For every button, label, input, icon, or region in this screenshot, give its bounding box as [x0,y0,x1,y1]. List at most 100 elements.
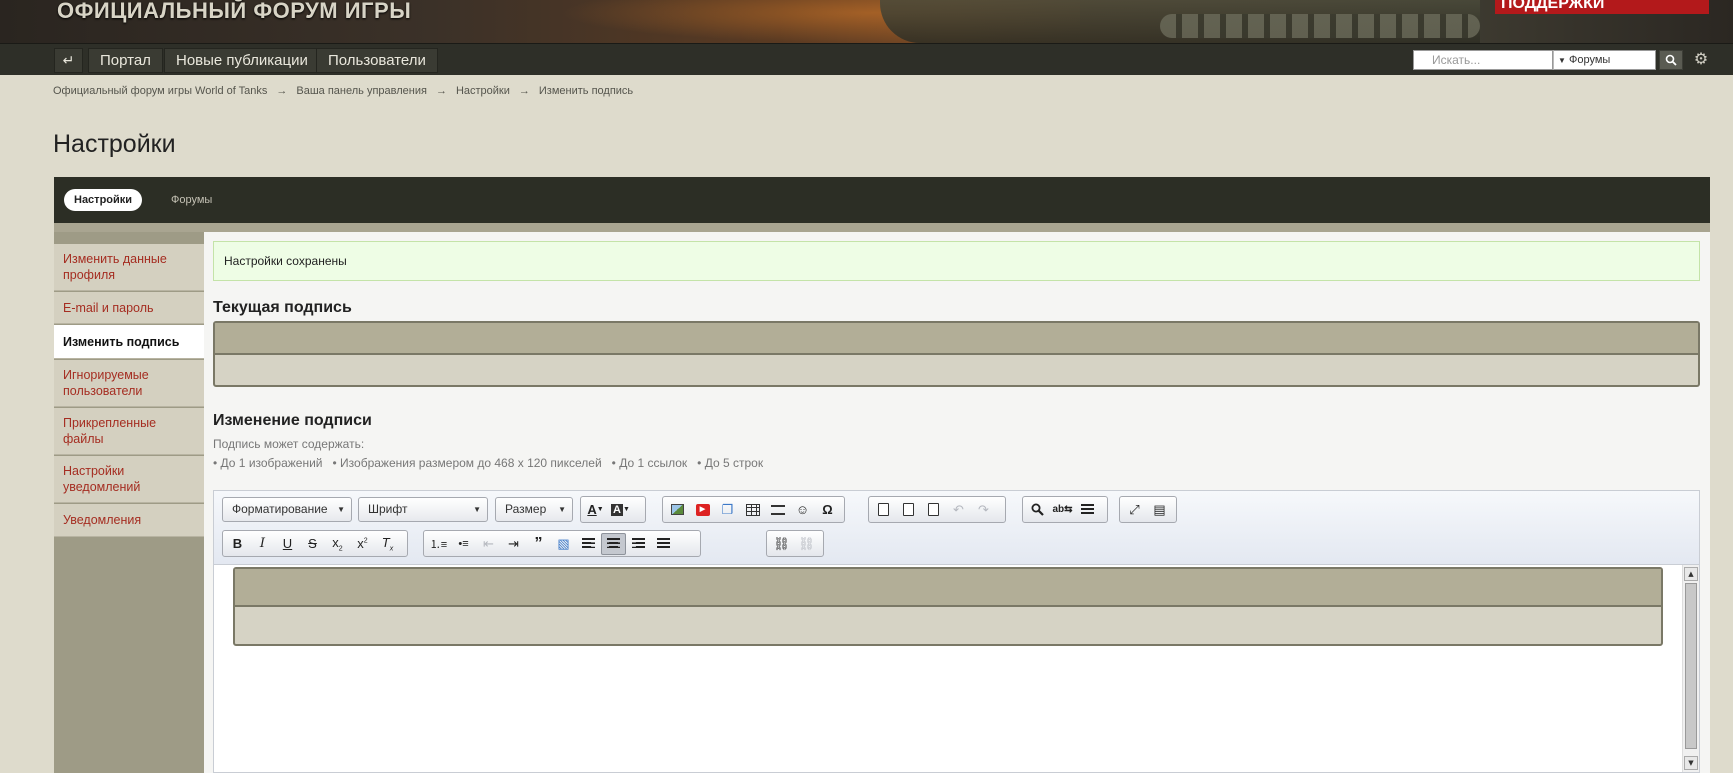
find-button[interactable] [1025,499,1050,521]
source-button[interactable]: ▤ [1147,499,1172,521]
superscript-button[interactable]: x2 [350,533,375,555]
undo-button[interactable]: ↶ [946,499,971,521]
gear-icon[interactable]: ⚙ [1692,49,1710,69]
main-content: Настройки сохранены Текущая подпись Изме… [204,232,1710,773]
paste-word-icon [928,503,939,516]
select-all-button[interactable] [1075,499,1100,521]
align-right-button[interactable] [626,533,651,555]
paste-button[interactable] [871,499,896,521]
source-icon: ▤ [1153,501,1166,517]
underline-button[interactable]: U [275,533,300,555]
remove-format-button[interactable]: Tx [375,533,400,555]
insert-group: ▶ ❐ ☺ Ω [662,496,845,523]
format-label: Форматирование [232,502,328,516]
settings-tabbar: Настройки Форумы [54,177,1710,223]
text-color-icon: A [587,502,597,517]
tab-forums[interactable]: Форумы [171,189,212,211]
replace-button[interactable]: ab⇆ [1050,499,1075,521]
breadcrumb-settings[interactable]: Настройки [456,85,510,97]
media-button[interactable]: ❐ [715,499,740,521]
sidebar-item-ignored-users[interactable]: Игнорируемые пользователи [54,360,204,407]
size-dropdown[interactable]: Размер ▼ [495,497,573,522]
align-right-icon [632,538,645,549]
size-label: Размер [505,502,547,516]
scroll-down-icon[interactable]: ▼ [1684,756,1698,770]
scrollbar-thumb[interactable] [1685,583,1697,749]
tabbar-divider [54,223,1710,232]
sidebar-item-notifications[interactable]: Уведомления [54,504,204,537]
success-message: Настройки сохранены [213,241,1700,281]
editor-toolbar: Форматирование ▼ Шрифт ▼ Размер ▼ A ▼ A ▼ ▶ ❐… [214,491,1699,565]
redo-button[interactable]: ↷ [971,499,996,521]
bold-button[interactable]: B [225,533,250,555]
indent-button[interactable]: ⇥ [501,533,526,555]
nav-portal[interactable]: Портал [88,48,163,73]
underline-icon: U [282,536,293,551]
font-dropdown[interactable]: Шрифт ▼ [358,497,488,522]
paste-word-button[interactable] [921,499,946,521]
editor-signature-block[interactable] [233,567,1663,646]
unlink-icon: ⛓ [798,535,815,551]
align-center-button[interactable] [601,532,626,555]
home-button[interactable]: ↵ [54,48,83,73]
spoiler-button[interactable]: ▧ [551,533,576,555]
quote-icon: ” [534,534,543,552]
subscript-button[interactable]: x2 [325,533,350,555]
undo-icon: ↶ [953,501,964,517]
nav-users[interactable]: Пользователи [316,48,438,73]
breadcrumb-control-panel[interactable]: Ваша панель управления [296,85,427,97]
paste-text-button[interactable] [896,499,921,521]
strikethrough-icon: S [308,536,317,551]
search-scope-label: Форумы [1568,54,1611,66]
search-button[interactable] [1659,50,1683,70]
editor-content-area[interactable] [214,565,1682,772]
table-button[interactable] [740,499,765,521]
unlink-button[interactable]: ⛓ [794,533,819,555]
support-button[interactable]: ПОДДЕРЖКИ [1495,0,1709,14]
italic-button[interactable]: I [250,533,275,555]
horizontal-line-button[interactable] [765,499,790,521]
special-char-button[interactable]: Ω [815,499,840,521]
align-left-button[interactable] [576,533,601,555]
align-justify-button[interactable] [651,533,676,555]
format-dropdown[interactable]: Форматирование ▼ [222,497,352,522]
sidebar-item-edit-profile[interactable]: Изменить данные профиля [54,244,204,291]
scroll-up-icon[interactable]: ▲ [1684,567,1698,581]
align-justify-icon [657,538,670,549]
search-scope-select[interactable]: ▼ Форумы [1553,50,1656,70]
text-color-button[interactable]: A ▼ [583,499,608,521]
sidebar-item-notification-settings[interactable]: Настройки уведомлений [54,456,204,503]
banner-tank-tracks [1160,14,1480,38]
editor-scrollbar[interactable]: ▲ ▼ [1682,565,1699,772]
subscript-icon: x2 [332,534,343,553]
outdent-button[interactable]: ⇤ [476,533,501,555]
redo-icon: ↷ [978,501,989,517]
replace-icon: ab⇆ [1052,504,1073,515]
image-button[interactable] [665,499,690,521]
color-group: A ▼ A ▼ [580,496,646,523]
youtube-button[interactable]: ▶ [690,499,715,521]
tab-settings[interactable]: Настройки [64,189,143,211]
breadcrumb-forum[interactable]: Официальный форум игры World of Tanks [53,85,267,97]
horizontal-line-icon [770,504,785,515]
numbered-list-button[interactable]: ⒈≡ [426,533,451,555]
signature-preview-header [215,323,1698,355]
bulleted-list-button[interactable]: •≡ [451,533,476,555]
search-input[interactable]: Искать... [1413,50,1553,70]
sidebar-item-attachments[interactable]: Прикрепленные файлы [54,408,204,455]
blockquote-button[interactable]: ” [526,533,551,555]
sidebar-item-email-password[interactable]: E-mail и пароль [54,292,204,324]
editor-signature-header [235,569,1661,607]
chevron-down-icon: ▼ [1558,56,1566,65]
link-button[interactable]: ⛓ [769,533,794,555]
bg-color-button[interactable]: A ▼ [608,499,633,521]
emoticon-button[interactable]: ☺ [790,499,815,521]
nav-new-publications[interactable]: Новые публикации [164,48,320,73]
site-title[interactable]: ОФИЦИАЛЬНЫЙ ФОРУМ ИГРЫ [57,0,411,24]
align-left-icon [582,538,595,549]
strikethrough-button[interactable]: S [300,533,325,555]
signature-limits: • До 1 изображений • Изображения размеро… [213,456,764,470]
maximize-button[interactable]: ⤢ [1122,499,1147,521]
top-navigation: ↵ Портал Новые публикации Пользователи И… [0,43,1733,75]
sidebar-item-edit-signature[interactable]: Изменить подпись [54,325,204,359]
